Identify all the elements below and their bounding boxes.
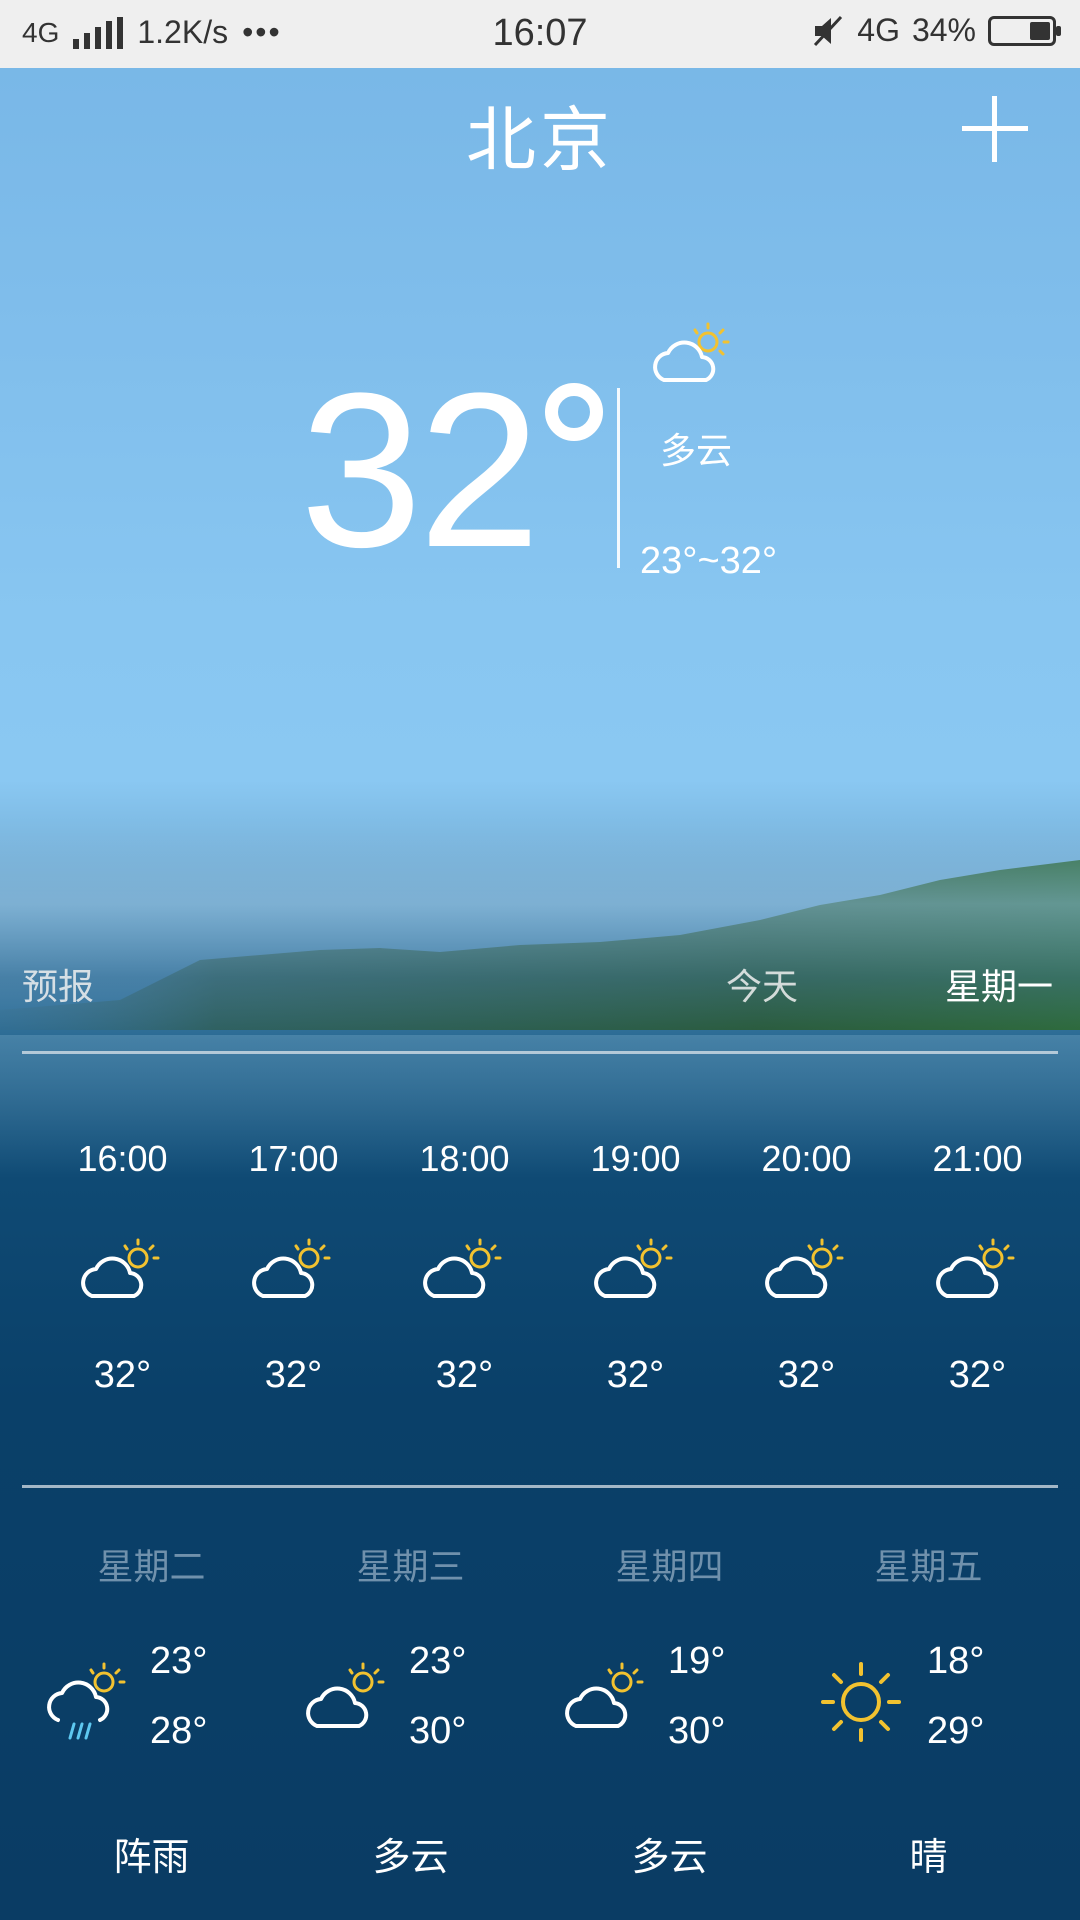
hour-temp: 32°	[264, 1354, 323, 1396]
tab-monday[interactable]: 星期一	[945, 958, 1053, 1010]
day-low: 23°	[150, 1640, 208, 1682]
daily-item: 星期四 19° 30° 多云	[540, 1538, 799, 1898]
hourly-item: 20:00 32°	[721, 1138, 892, 1397]
hourly-item: 16:00 32°	[37, 1138, 208, 1397]
day-high: 28°	[150, 1710, 208, 1752]
partly-cloudy-icon	[764, 1238, 843, 1298]
hour-time: 17:00	[248, 1138, 339, 1179]
current-condition: 多云	[660, 430, 733, 471]
divider	[22, 1485, 1058, 1488]
hour-temp: 32°	[948, 1354, 1007, 1396]
day-high: 30°	[668, 1710, 726, 1752]
hour-time: 19:00	[590, 1138, 681, 1179]
day-low: 23°	[409, 1640, 467, 1682]
day-low: 19°	[668, 1640, 726, 1682]
partly-cloudy-icon	[935, 1238, 1014, 1298]
partly-cloudy-icon	[565, 1662, 644, 1728]
day-name: 星期四	[615, 1546, 724, 1587]
hourly-item: 21:00 32°	[892, 1138, 1063, 1397]
day-condition: 多云	[631, 1837, 708, 1879]
shower-icon	[47, 1662, 126, 1740]
partly-cloudy-icon	[422, 1238, 501, 1298]
sunny-icon	[821, 1662, 901, 1742]
partly-cloudy-icon	[306, 1662, 385, 1728]
daily-item: 星期二 23° 28° 阵雨	[22, 1538, 281, 1898]
day-name: 星期五	[874, 1546, 983, 1587]
battery-icon	[988, 15, 1061, 46]
day-name: 星期三	[356, 1546, 465, 1587]
hour-temp: 32°	[777, 1354, 836, 1396]
city-title[interactable]: 北京	[0, 84, 1080, 185]
day-low: 18°	[927, 1640, 985, 1682]
day-condition: 阵雨	[113, 1837, 190, 1879]
day-high: 29°	[927, 1710, 985, 1752]
partly-cloudy-icon	[80, 1238, 159, 1298]
hour-time: 18:00	[419, 1138, 510, 1179]
hour-time: 21:00	[932, 1138, 1023, 1179]
day-condition: 晴	[909, 1837, 948, 1879]
day-condition: 多云	[372, 1837, 449, 1879]
mist-overlay	[0, 820, 1080, 1030]
tab-today[interactable]: 今天	[726, 958, 798, 1010]
hour-temp: 32°	[435, 1354, 494, 1396]
daily-item: 星期五 18° 29° 晴	[799, 1538, 1058, 1898]
current-temperature: 32	[300, 347, 541, 593]
status-bar: 4G 1.2K/s ••• 16:07 4G 34%	[0, 0, 1080, 68]
battery-percent: 34%	[911, 12, 976, 48]
hourly-forecast: 16:00 32° 17:00 32° 18:00 32° 19:00 32° …	[37, 1138, 1063, 1397]
divider-vertical	[617, 388, 620, 568]
daily-item: 星期三 23° 30° 多云	[281, 1538, 540, 1898]
mute-icon	[814, 15, 843, 46]
hour-temp: 32°	[606, 1354, 665, 1396]
hour-time: 16:00	[77, 1138, 168, 1179]
day-name: 星期二	[97, 1546, 206, 1587]
hour-temp: 32°	[93, 1354, 152, 1396]
daily-forecast: 星期二 23° 28° 阵雨 星期三 23° 30° 多云 星期四 19° 30…	[22, 1538, 1058, 1898]
hourly-item: 18:00 32°	[379, 1138, 550, 1397]
hour-time: 20:00	[761, 1138, 852, 1179]
plus-icon[interactable]	[962, 96, 1028, 162]
partly-cloudy-icon	[653, 322, 730, 382]
forecast-label: 预报	[22, 966, 95, 1007]
divider	[22, 1051, 1058, 1054]
hourly-item: 19:00 32°	[550, 1138, 721, 1397]
network-type-right: 4G	[857, 12, 900, 48]
day-high: 30°	[409, 1710, 467, 1752]
partly-cloudy-icon	[593, 1238, 672, 1298]
current-temp-range: 23°~32°	[640, 540, 778, 582]
hourly-item: 17:00 32°	[208, 1138, 379, 1397]
partly-cloudy-icon	[251, 1238, 330, 1298]
degree-symbol	[545, 383, 603, 441]
